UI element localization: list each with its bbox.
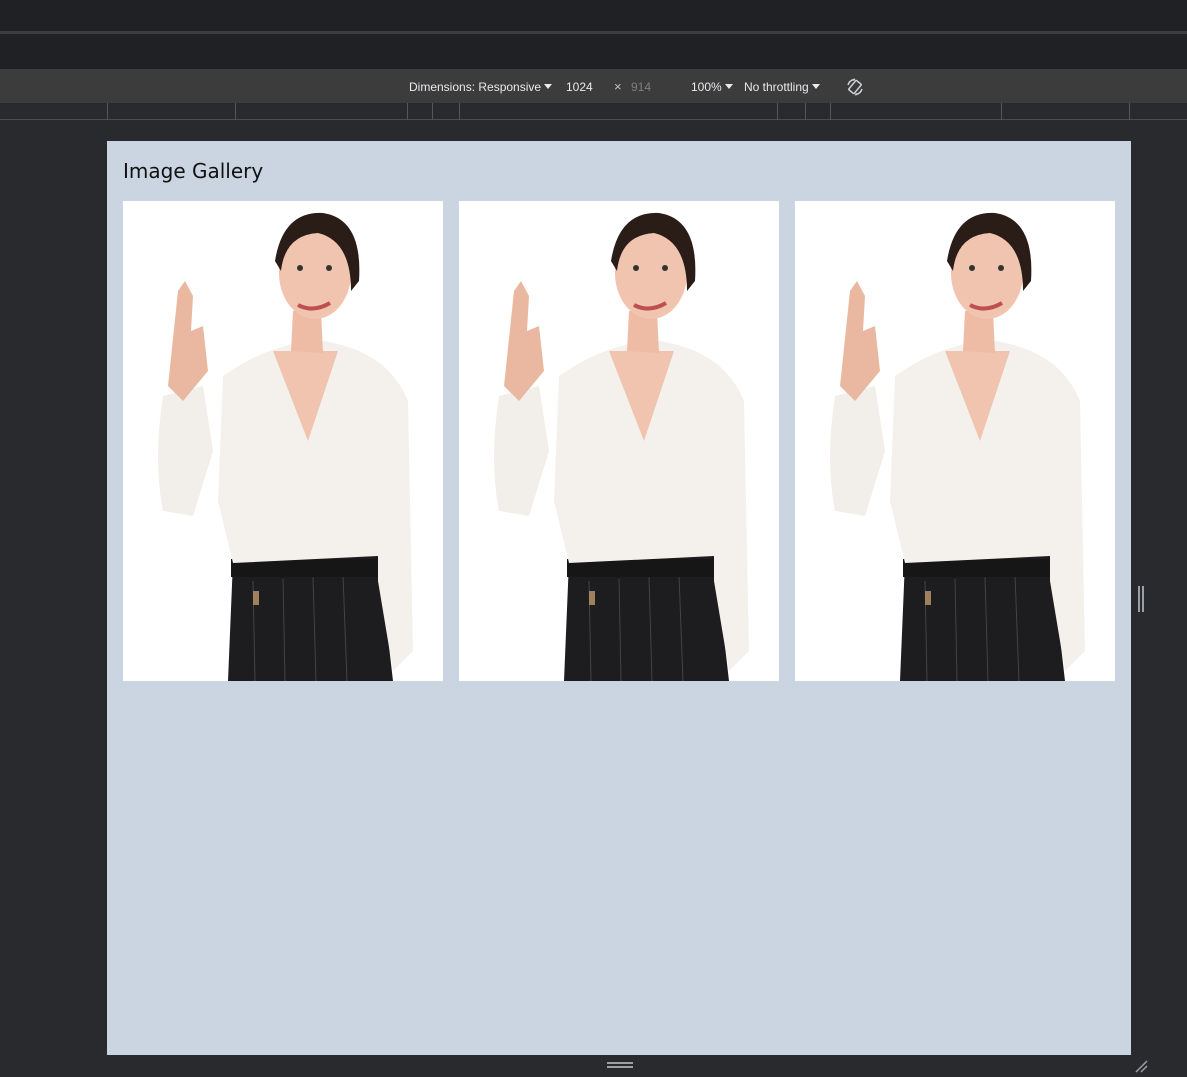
devtools-top-bar bbox=[0, 0, 1187, 32]
width-input[interactable] bbox=[566, 78, 606, 96]
ruler-tick bbox=[777, 103, 778, 120]
ruler-tick bbox=[830, 103, 831, 120]
resize-handle-icon[interactable] bbox=[1138, 586, 1144, 612]
ruler-tick bbox=[235, 103, 236, 120]
woman-photo bbox=[795, 201, 1115, 681]
page-viewport: Image Gallery bbox=[107, 141, 1131, 1055]
ruler-tick bbox=[459, 103, 460, 120]
devtools-secondary-bar bbox=[0, 34, 1187, 70]
chevron-down-icon bbox=[544, 84, 553, 89]
woman-photo bbox=[123, 201, 443, 681]
height-input[interactable] bbox=[631, 78, 671, 96]
ruler-tick bbox=[107, 103, 108, 120]
gallery-image[interactable] bbox=[123, 201, 443, 681]
throttling-label: No throttling bbox=[744, 80, 809, 94]
page-title: Image Gallery bbox=[123, 159, 264, 183]
device-toolbar: Dimensions: Responsive × 100% No throttl… bbox=[0, 72, 1187, 102]
resize-handle-icon[interactable] bbox=[607, 1062, 633, 1070]
gallery-image[interactable] bbox=[459, 201, 779, 681]
ruler-tick bbox=[805, 103, 806, 120]
chevron-down-icon bbox=[724, 84, 733, 89]
rotate-icon[interactable] bbox=[845, 77, 865, 97]
ruler-tick bbox=[432, 103, 433, 120]
dimensions-dropdown[interactable]: Dimensions: Responsive bbox=[409, 80, 553, 94]
woman-photo bbox=[459, 201, 779, 681]
ruler-tick bbox=[1001, 103, 1002, 120]
dimensions-label: Dimensions: Responsive bbox=[409, 80, 542, 94]
chevron-down-icon bbox=[811, 84, 820, 89]
throttling-dropdown[interactable]: No throttling bbox=[744, 80, 820, 94]
zoom-dropdown[interactable]: 100% bbox=[691, 80, 733, 94]
zoom-label: 100% bbox=[691, 80, 722, 94]
ruler-tick bbox=[1129, 103, 1130, 120]
gallery-image[interactable] bbox=[795, 201, 1115, 681]
media-query-ruler[interactable] bbox=[0, 102, 1187, 120]
ruler-tick bbox=[407, 103, 408, 120]
resize-corner-icon[interactable] bbox=[1133, 1058, 1149, 1074]
times-icon: × bbox=[614, 79, 622, 94]
